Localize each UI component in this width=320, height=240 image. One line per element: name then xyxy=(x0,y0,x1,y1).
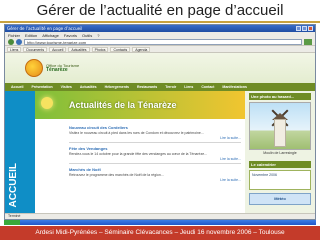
read-more-link[interactable]: Lire la suite... xyxy=(69,157,241,161)
calendar-title: Le calendrier xyxy=(249,161,311,168)
windmill-photo[interactable] xyxy=(249,102,311,150)
minimize-button[interactable] xyxy=(296,26,301,31)
browser-toolbar: http://www.tourisme-tenarize.com xyxy=(5,38,315,46)
menu-item-affichage[interactable]: Affichage xyxy=(42,33,59,38)
random-photo-title: Une photo au hasard... xyxy=(249,93,311,100)
web-page: Office du Tourisme Ténarèze Accueil Prés… xyxy=(5,53,315,213)
link-agenda[interactable]: Agenda xyxy=(132,46,151,52)
logo-line-2: Ténarèze xyxy=(46,67,68,73)
nav-item-accueil[interactable]: Accueil xyxy=(7,85,27,89)
site-header: Office du Tourisme Ténarèze xyxy=(5,53,315,83)
link-documents[interactable]: Documents xyxy=(23,46,48,52)
windows-taskbar xyxy=(4,220,316,225)
nav-item-actualites[interactable]: Actualités xyxy=(76,85,101,89)
news-list: Nouveau circuit des Cordeliers Visitez l… xyxy=(35,119,245,182)
news-item: Nouveau circuit des Cordeliers Visitez l… xyxy=(69,125,241,143)
status-bar: Terminé xyxy=(5,213,315,219)
main-column: Actualités de la Ténarèze Nouveau circui… xyxy=(35,91,245,213)
news-item-body: Retrouvez le programme des marchés de No… xyxy=(69,173,164,177)
nav-item-visites[interactable]: Visites xyxy=(57,85,76,89)
back-icon[interactable] xyxy=(8,38,14,45)
links-label: Liens xyxy=(7,46,22,52)
nav-item-liens[interactable]: Liens xyxy=(180,85,197,89)
link-accueil[interactable]: Accueil xyxy=(49,46,67,52)
windmill-tower xyxy=(274,119,286,147)
right-sidebar: Une photo au hasard... Moulin de Larresi… xyxy=(245,91,315,213)
menu-item-outils[interactable]: Outils xyxy=(82,33,92,38)
news-divider xyxy=(69,142,241,143)
read-more-link[interactable]: Lire la suite... xyxy=(69,136,241,140)
site-logo-icon[interactable] xyxy=(25,59,43,77)
browser-window: Gérer de l’actualité en page d’accueil F… xyxy=(4,24,316,220)
links-bar: Liens Documents Accueil Actualités Photo… xyxy=(5,46,315,53)
site-logo-text: Office du Tourisme Ténarèze xyxy=(46,63,79,73)
browser-titlebar: Gérer de l’actualité en page d’accueil xyxy=(5,25,315,32)
menu-item-help[interactable]: ? xyxy=(97,33,99,38)
close-button[interactable] xyxy=(308,26,313,31)
title-divider xyxy=(0,21,320,23)
link-photos[interactable]: Photos xyxy=(91,46,109,52)
calendar-widget[interactable]: Novembre 2006 xyxy=(249,170,311,190)
news-item-title[interactable]: Nouveau circuit des Cordeliers xyxy=(69,125,241,130)
slide-title: Gérer de l’actualité en page d’accueil xyxy=(36,2,284,19)
slide-footer: Ardesi Midi-Pyrénées – Séminaire Clévaca… xyxy=(0,226,320,240)
meteo-button[interactable]: Météo xyxy=(249,193,311,205)
browser-window-title: Gérer de l’actualité en page d’accueil xyxy=(7,26,83,31)
news-divider xyxy=(69,163,241,164)
nav-item-restaurants[interactable]: Restaurants xyxy=(133,85,161,89)
nav-item-presentation[interactable]: Présentation xyxy=(27,85,56,89)
left-sidebar: ACCUEIL xyxy=(5,91,35,213)
menu-item-favoris[interactable]: Favoris xyxy=(64,33,77,38)
news-banner-title: Actualités de la Ténarèze xyxy=(69,100,177,110)
news-item-body: Rendez-vous le 14 octobre pour la grande… xyxy=(69,152,208,156)
page-content: ACCUEIL Actualités de la Ténarèze Nouvea… xyxy=(5,91,315,213)
menu-item-edition[interactable]: Edition xyxy=(25,33,37,38)
start-button[interactable] xyxy=(4,220,20,225)
news-item: Marchés de Noël Retrouvez le programme d… xyxy=(69,167,241,182)
nav-item-manifestations[interactable]: Manifestations xyxy=(218,85,251,89)
site-nav: Accueil Présentation Visites Actualités … xyxy=(5,83,315,91)
news-item-title[interactable]: Fête des Vendanges xyxy=(69,146,241,151)
go-button[interactable] xyxy=(304,38,312,45)
news-item-body: Visitez le nouveau circuit à pied dans l… xyxy=(69,131,204,135)
news-item-title[interactable]: Marchés de Noël xyxy=(69,167,241,172)
accueil-label: ACCUEIL xyxy=(8,162,19,207)
address-bar[interactable]: http://www.tourisme-tenarize.com xyxy=(24,38,302,45)
news-item: Fête des Vendanges Rendez-vous le 14 oct… xyxy=(69,146,241,164)
read-more-link[interactable]: Lire la suite... xyxy=(69,178,241,182)
nav-item-terroir[interactable]: Terroir xyxy=(161,85,180,89)
maximize-button[interactable] xyxy=(302,26,307,31)
nav-item-contact[interactable]: Contact xyxy=(197,85,218,89)
forward-icon[interactable] xyxy=(16,38,22,45)
link-contacts[interactable]: Contacts xyxy=(110,46,131,52)
news-banner: Actualités de la Ténarèze xyxy=(35,91,245,119)
menu-item-fichier[interactable]: Fichier xyxy=(8,33,20,38)
sunflower-icon xyxy=(41,97,53,109)
link-actualites[interactable]: Actualités xyxy=(68,46,90,52)
photo-caption: Moulin de Larresingle xyxy=(263,151,297,155)
nav-item-hebergements[interactable]: Hébergements xyxy=(101,85,133,89)
